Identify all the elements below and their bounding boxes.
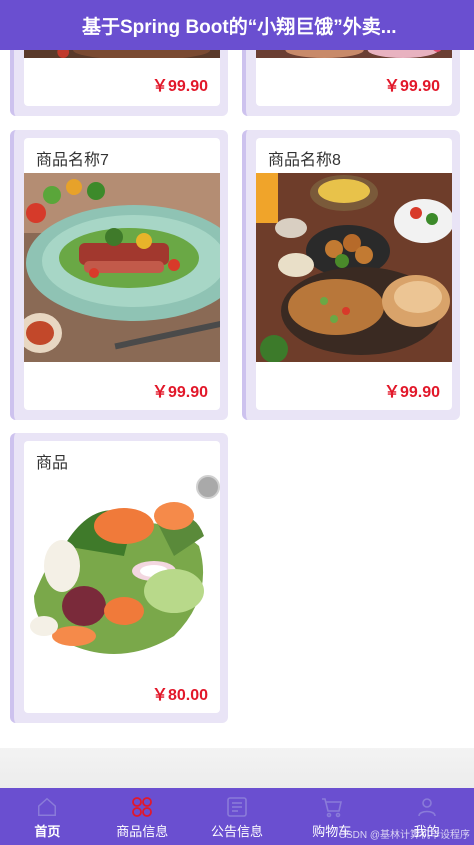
product-image[interactable] [24, 476, 220, 665]
product-card-inner: 商品名称8 ￥99.90 [256, 138, 452, 410]
cart-icon [319, 794, 345, 820]
product-price: ￥99.90 [383, 78, 440, 95]
tab-products[interactable]: 商品信息 [95, 788, 190, 845]
product-price: ￥99.90 [383, 384, 440, 401]
product-grid: ￥99.90 ￥99.90 商品名称7 ￥99.90 商品名称8 ￥99.90 … [0, 0, 474, 788]
product-name: 商品名称8 [268, 152, 341, 169]
product-card[interactable]: 商品 ￥80.00 [10, 433, 228, 723]
product-card[interactable]: 商品名称7 ￥99.90 [10, 130, 228, 420]
tab-notices-label: 公告信息 [210, 824, 263, 839]
product-price: ￥99.90 [151, 78, 208, 95]
product-card-inner: 商品名称7 ￥99.90 [24, 138, 220, 410]
product-price: ￥99.90 [151, 384, 208, 401]
product-card-inner: 商品 ￥80.00 [24, 441, 220, 713]
watermark-text: CSDN @基林计算机毕设程序 [338, 830, 470, 841]
floating-scroll-handle[interactable] [196, 475, 220, 499]
tab-home-label: 首页 [34, 824, 61, 839]
user-icon [414, 794, 440, 820]
product-price: ￥80.00 [151, 687, 208, 704]
app-page: ￥99.90 ￥99.90 商品名称7 ￥99.90 商品名称8 ￥99.90 … [0, 0, 474, 845]
tab-notices[interactable]: 公告信息 [190, 788, 285, 845]
page-footer-area [0, 748, 474, 788]
product-name: 商品 [36, 455, 69, 472]
grid-icon [129, 794, 155, 820]
product-image[interactable] [24, 173, 220, 362]
product-image[interactable] [256, 173, 452, 362]
product-card[interactable]: 商品名称8 ￥99.90 [242, 130, 460, 420]
notice-icon [224, 794, 250, 820]
bottom-tabbar: 首页 商品信息 公告信息 购物车 我的 CSDN @基林计算机毕设程序 [0, 788, 474, 845]
tab-products-label: 商品信息 [116, 824, 169, 839]
tab-home[interactable]: 首页 [0, 788, 95, 845]
page-title: 基于Spring Boot的“小翔巨饿”外卖... [82, 16, 397, 38]
home-icon [34, 794, 60, 820]
product-name: 商品名称7 [36, 152, 109, 169]
app-header: 基于Spring Boot的“小翔巨饿”外卖... [0, 0, 474, 50]
